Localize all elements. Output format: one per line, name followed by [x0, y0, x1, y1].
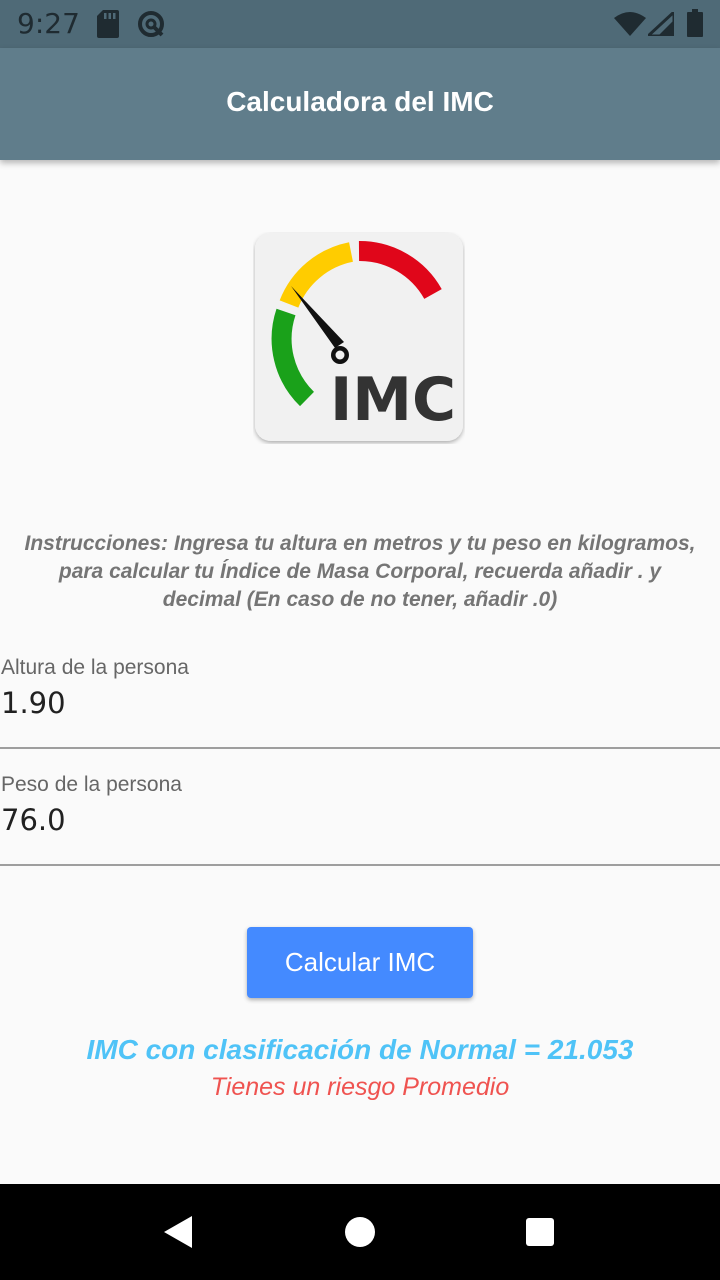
weight-label: Peso de la persona — [1, 773, 182, 796]
app-bar: Calculadora del IMC — [0, 48, 720, 160]
recents-icon — [526, 1218, 554, 1246]
risk-text: Tienes un riesgo Promedio — [210, 1073, 510, 1101]
result-text: IMC con clasificación de Normal = 21.053 — [86, 1034, 634, 1065]
gauge-logo-icon: IMC — [255, 233, 463, 441]
back-button[interactable] — [154, 1208, 202, 1256]
status-time: 9:27 — [17, 7, 80, 40]
battery-icon — [687, 9, 703, 42]
height-field[interactable]: Altura de la persona 1.90 — [0, 656, 720, 750]
status-bar: 9:27 — [0, 0, 720, 48]
wifi-icon — [614, 12, 646, 41]
back-icon — [164, 1216, 192, 1248]
height-label: Altura de la persona — [1, 656, 189, 679]
weight-field[interactable]: Peso de la persona 76.0 — [0, 773, 720, 867]
imc-logo: IMC — [253, 232, 465, 444]
instructions-text: Instrucciones: Ingresa tu altura en metr… — [24, 532, 696, 611]
height-input[interactable]: 1.90 — [1, 686, 66, 720]
page-title: Calculadora del IMC — [226, 86, 494, 117]
home-button[interactable] — [336, 1208, 384, 1256]
recents-button[interactable] — [516, 1208, 564, 1256]
weight-input[interactable]: 76.0 — [1, 803, 66, 837]
home-icon — [345, 1217, 375, 1247]
calculate-button[interactable]: Calcular IMC — [247, 927, 473, 998]
navigation-bar — [0, 1184, 720, 1280]
sync-icon — [136, 9, 166, 44]
weight-underline — [0, 864, 720, 866]
height-underline — [0, 747, 720, 749]
sd-card-icon — [97, 10, 119, 43]
logo-text: IMC — [330, 365, 456, 435]
signal-icon — [644, 8, 676, 41]
